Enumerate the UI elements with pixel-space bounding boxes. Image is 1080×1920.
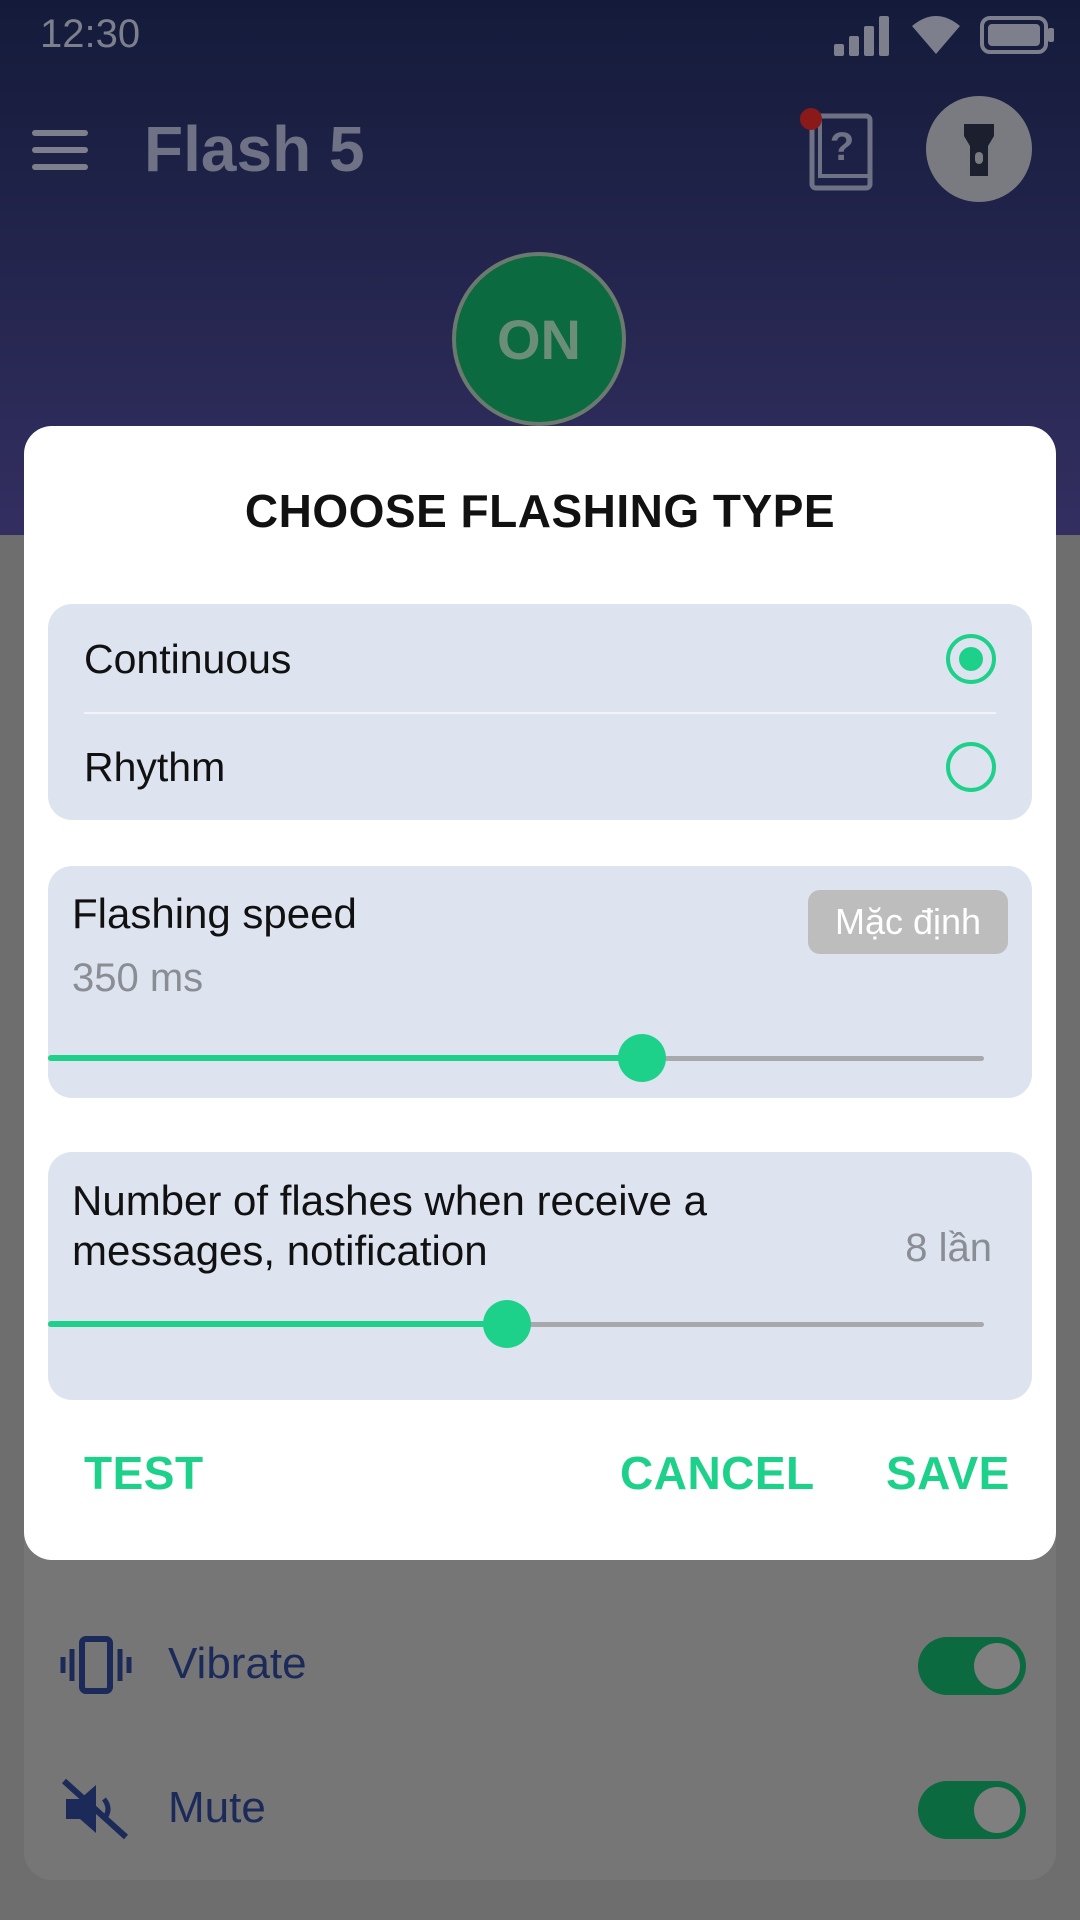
dialog-title: CHOOSE FLASHING TYPE [244,485,836,537]
flash-count-panel: Number of flashes when receive a message… [48,1152,1032,1400]
slider-fill [48,1055,643,1061]
default-button[interactable]: Mặc định [808,890,1008,954]
wifi-icon [912,16,960,54]
flashing-type-options: Continuous Rhythm [48,604,1032,820]
flash-count-label: Number of flashes when receive a message… [72,1177,707,1274]
setting-row-mute[interactable]: Mute [24,1749,1056,1869]
cancel-button[interactable]: CANCEL [620,1446,815,1500]
mute-toggle[interactable] [918,1781,1026,1839]
radio-continuous[interactable] [946,634,996,684]
vibrate-icon [60,1636,132,1694]
dialog-actions: TEST CANCEL SAVE [24,1446,1056,1526]
power-on-button[interactable]: ON [452,252,626,426]
app-title: Flash 5 [144,113,365,185]
flashlight-button[interactable] [926,96,1032,202]
flashing-type-dialog: CHOOSE FLASHING TYPE Continuous Rhythm F… [24,426,1056,1560]
test-button[interactable]: TEST [84,1446,204,1500]
flashing-speed-slider[interactable] [48,1034,984,1082]
vibrate-label: Vibrate [168,1639,307,1688]
option-label: Rhythm [84,744,226,790]
menu-icon[interactable] [32,130,88,170]
flashlight-icon [964,124,994,176]
mute-label: Mute [168,1783,266,1832]
status-icons [832,14,1056,56]
slider-thumb[interactable] [482,1300,531,1348]
slider-fill [48,1321,507,1327]
save-button[interactable]: SAVE [886,1446,1010,1500]
flashing-speed-value: 350 ms [72,956,204,1000]
mute-icon [61,1778,129,1840]
flash-count-slider[interactable] [48,1300,984,1348]
svg-text:?: ? [830,125,854,169]
vibrate-toggle[interactable] [918,1637,1026,1695]
setting-row-vibrate[interactable]: Vibrate [24,1605,1056,1725]
status-time: 12:30 [40,12,141,56]
option-label: Continuous [84,636,292,682]
option-rhythm[interactable]: Rhythm [84,712,996,820]
toolbar: Flash 5 ? [0,90,1080,210]
flash-count-value: 8 lần [905,1226,992,1270]
option-continuous[interactable]: Continuous [84,604,996,714]
flashing-speed-label: Flashing speed [72,890,357,937]
notification-dot [800,108,822,130]
radio-rhythm[interactable] [946,742,996,792]
battery-icon [980,16,1054,54]
signal-icon [834,16,889,56]
slider-thumb[interactable] [618,1034,667,1082]
status-bar: 12:30 [0,0,1080,70]
